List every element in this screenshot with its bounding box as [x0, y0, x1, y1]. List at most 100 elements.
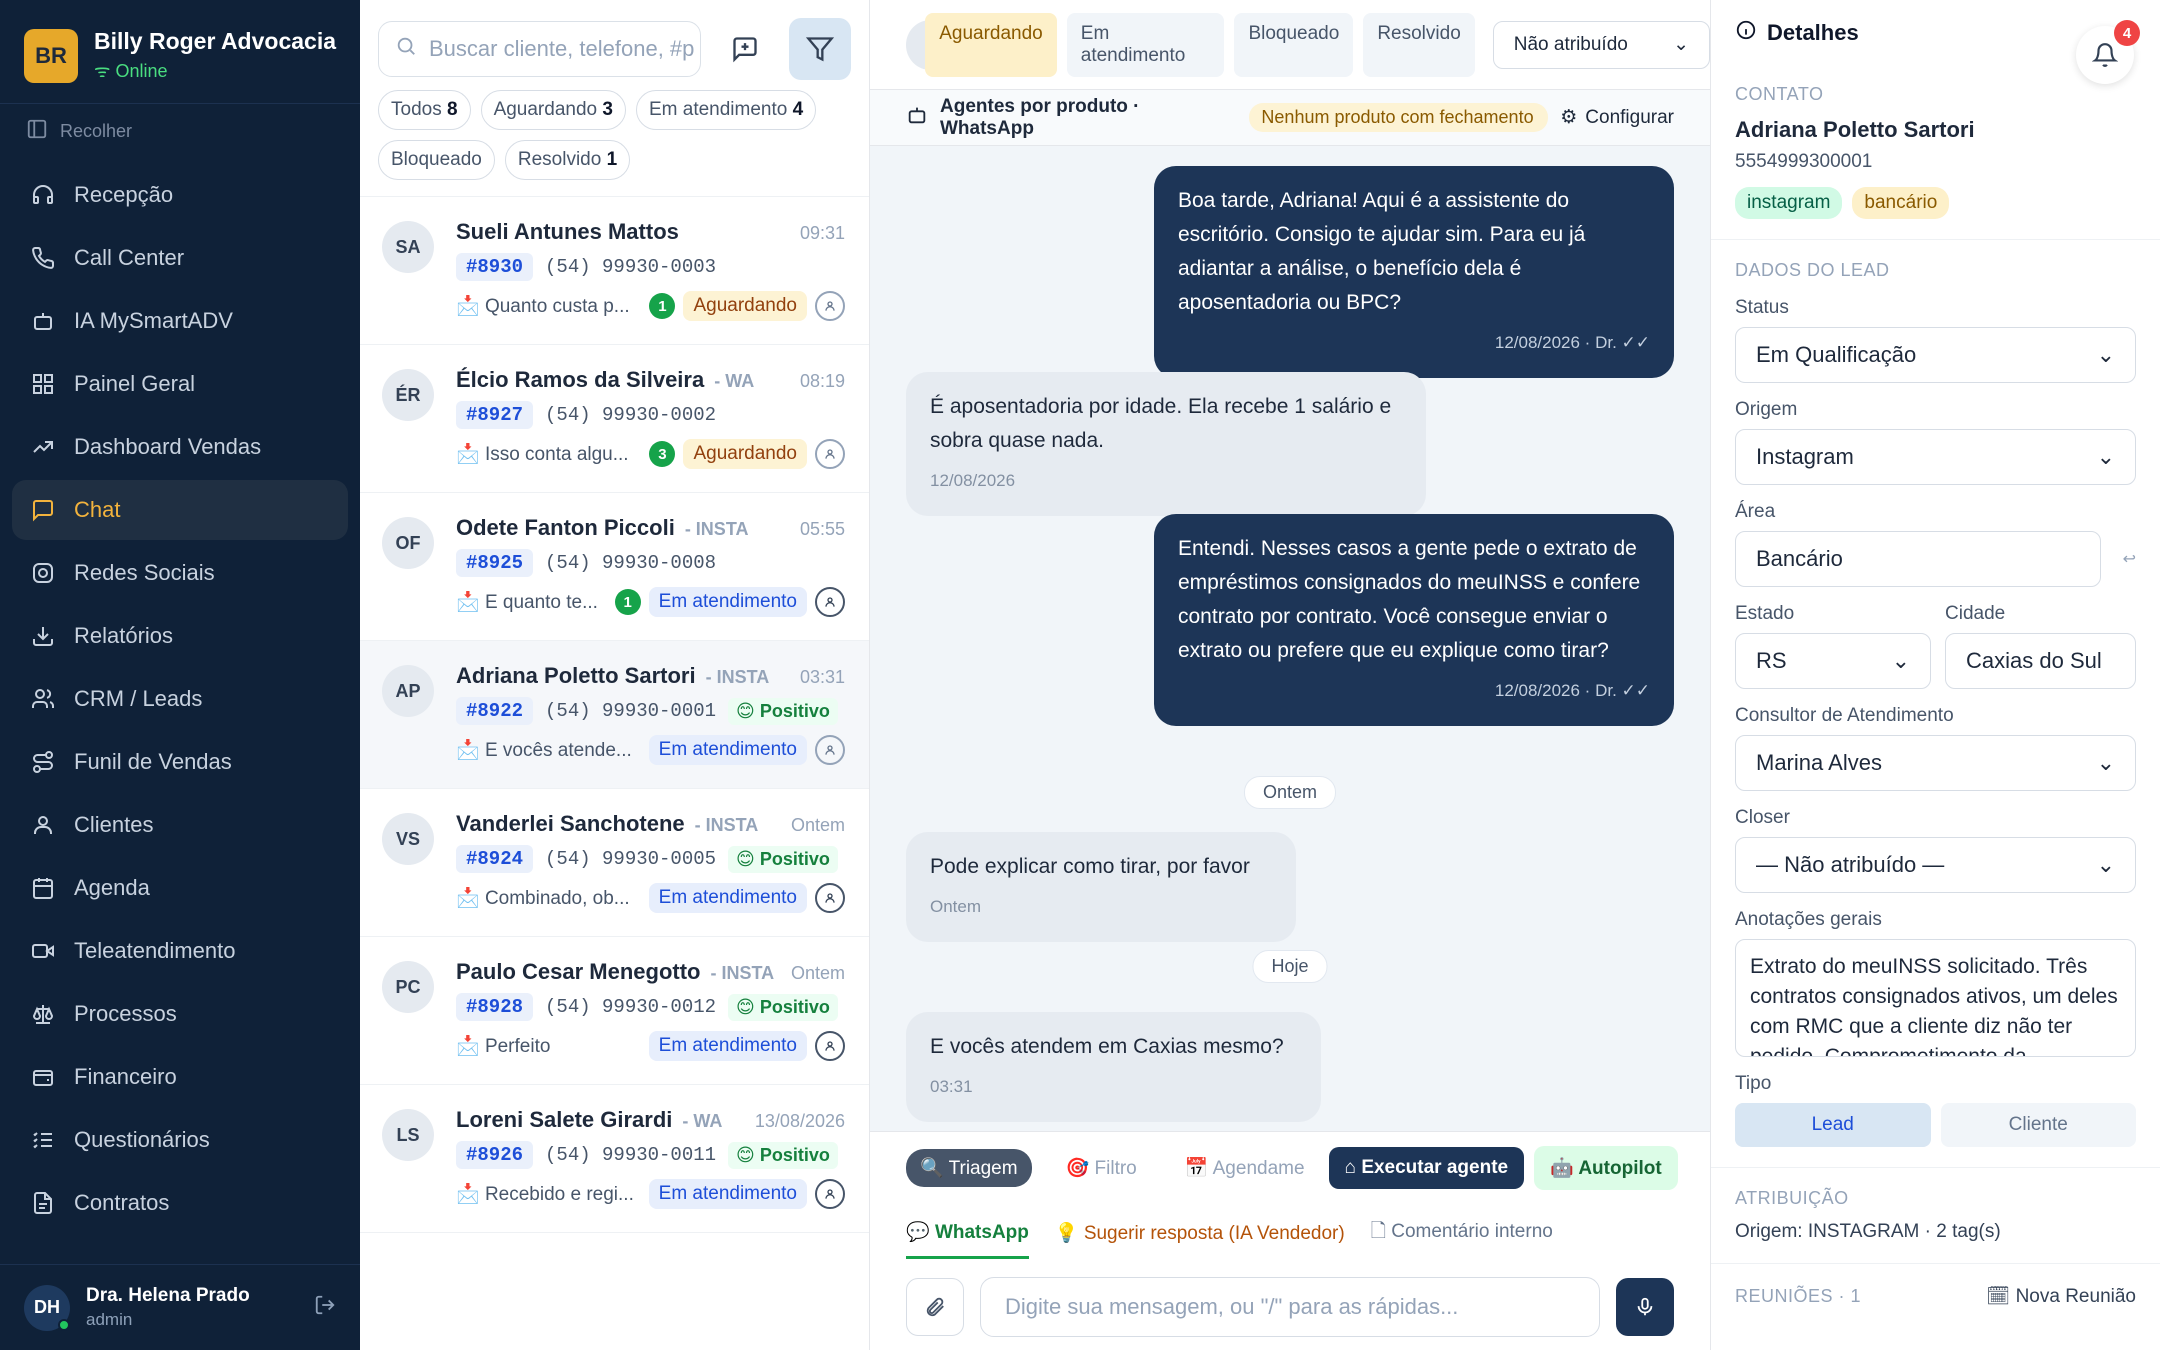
- sidebar-item-relat-rios[interactable]: Relatórios: [12, 606, 348, 666]
- type-toggle: Lead Cliente: [1735, 1103, 2136, 1147]
- sidebar-item-label: Teleatendimento: [74, 938, 236, 963]
- origin-select[interactable]: Instagram ⌄: [1735, 429, 2136, 485]
- assign-agent-icon[interactable]: [815, 735, 845, 765]
- conversation-phone: (54) 99930-0002: [545, 404, 717, 426]
- sidebar-item-agenda[interactable]: Agenda: [12, 858, 348, 918]
- wallet-icon: [30, 1064, 56, 1090]
- filter-chip-todos[interactable]: Todos 8: [378, 90, 471, 130]
- city-input[interactable]: Caxias do Sul: [1945, 633, 2136, 689]
- undo-icon[interactable]: ↩: [2123, 549, 2136, 569]
- consultant-select[interactable]: Marina Alves ⌄: [1735, 735, 2136, 791]
- agents-bar: Agentes por produto · WhatsApp Nenhum pr…: [870, 90, 1710, 146]
- attach-button[interactable]: [906, 1277, 964, 1336]
- user-profile[interactable]: DH Dra. Helena Prado admin: [0, 1264, 360, 1350]
- filter-chip-aguardando[interactable]: Aguardando 3: [480, 90, 626, 130]
- conversation-time: 05:55: [799, 519, 845, 539]
- tag-instagram: instagram: [1735, 187, 1843, 219]
- logout-icon[interactable]: [314, 1294, 336, 1321]
- message-meta: 12/08/2026 · Dr. ✓✓: [1494, 333, 1650, 352]
- brand-logo: BR: [24, 28, 78, 83]
- sidebar-item-crm-leads[interactable]: CRM / Leads: [12, 669, 348, 729]
- sidebar-item-painel-geral[interactable]: Painel Geral: [12, 354, 348, 414]
- conversation-phone: (54) 99930-0011: [545, 1144, 717, 1166]
- assign-agent-icon[interactable]: [815, 883, 845, 913]
- flow-step-filtro[interactable]: 🎯 Filtro: [1052, 1149, 1151, 1187]
- filter-chip-em-atendimento[interactable]: Em atendimento 4: [635, 90, 817, 130]
- sidebar-item-financeiro[interactable]: Financeiro: [12, 1047, 348, 1107]
- sidebar-item-label: Funil de Vendas: [74, 749, 232, 774]
- type-lead-button[interactable]: Lead: [1735, 1103, 1931, 1147]
- assign-agent-icon[interactable]: [815, 291, 845, 321]
- filter-chip-resolvido[interactable]: Resolvido 1: [504, 140, 631, 180]
- conversation-item[interactable]: AP Adriana Poletto Sartori - INSTA 03:31…: [360, 641, 869, 789]
- conversation-source: - WA: [714, 371, 755, 391]
- scale-icon: [30, 1001, 56, 1027]
- type-client-button[interactable]: Cliente: [1940, 1103, 2136, 1147]
- assign-agent-icon[interactable]: [815, 1179, 845, 1209]
- new-conversation-button[interactable]: [719, 21, 771, 77]
- incoming-message: É aposentadoria por idade. Ela recebe 1 …: [906, 372, 1426, 516]
- sidebar-item-recep-o[interactable]: Recepção: [12, 165, 348, 225]
- assign-select[interactable]: Não atribuído ⌄: [1492, 20, 1710, 69]
- filter-button[interactable]: [789, 18, 851, 80]
- tab-internal-comment[interactable]: 🗋 Comentário interno: [1371, 1205, 1553, 1261]
- conversation-item[interactable]: LS Loreni Salete Girardi - WA 13/08/2026…: [360, 1085, 869, 1233]
- filter-chip-bloqueado[interactable]: Bloqueado: [378, 140, 495, 180]
- closer-select[interactable]: — Não atribuído — ⌄: [1735, 837, 2136, 893]
- flow-step-triagem[interactable]: 🔍 Triagem: [906, 1148, 1032, 1187]
- contact-name: Adriana Poletto Sartori: [1735, 117, 1975, 142]
- notifications-button[interactable]: 4: [2076, 20, 2140, 84]
- tab-status-em-atendimento[interactable]: Em atendimento: [1066, 12, 1225, 77]
- incoming-message: E vocês atendem em Caxias mesmo? 03:31: [906, 1012, 1321, 1122]
- tab-status-bloqueado[interactable]: Bloqueado: [1234, 12, 1354, 77]
- conversation-item[interactable]: OF Odete Fanton Piccoli - INSTA 05:55 #8…: [360, 493, 869, 641]
- new-meeting-button[interactable]: 🗓 Nova Reunião: [1986, 1284, 2136, 1308]
- sidebar-item-label: Chat: [74, 497, 121, 522]
- conversation-item[interactable]: VS Vanderlei Sanchotene - INSTA Ontem #8…: [360, 789, 869, 937]
- tab-whatsapp[interactable]: 💬 WhatsApp: [906, 1208, 1029, 1259]
- assign-agent-icon[interactable]: [815, 439, 845, 469]
- area-input[interactable]: Bancário: [1735, 531, 2101, 587]
- notes-textarea[interactable]: Extrato do meuINSS solicitado. Três cont…: [1735, 939, 2136, 1057]
- configure-button[interactable]: ⚙ Configurar: [1560, 106, 1674, 129]
- sidebar-item-call-center[interactable]: Call Center: [12, 228, 348, 288]
- sidebar-item-ia-mysmartadv[interactable]: IA MySmartADV: [12, 291, 348, 351]
- sidebar-item-contratos[interactable]: Contratos: [12, 1173, 348, 1233]
- tab-status-aguardando[interactable]: Aguardando: [925, 12, 1057, 77]
- status-select[interactable]: Em Qualificação ⌄: [1735, 327, 2136, 383]
- tab-status-resolvido[interactable]: Resolvido: [1363, 12, 1475, 77]
- conversation-item[interactable]: ÉR Élcio Ramos da Silveira - WA 08:19 #8…: [360, 345, 869, 493]
- mic-button[interactable]: [1616, 1277, 1674, 1336]
- sidebar-item-redes-sociais[interactable]: Redes Sociais: [12, 543, 348, 603]
- conversation-phone: (54) 99930-0001: [545, 700, 717, 722]
- sidebar-item-processos[interactable]: Processos: [12, 984, 348, 1044]
- collapse-sidebar-button[interactable]: Recolher: [0, 103, 360, 159]
- download-icon: [30, 623, 56, 649]
- sidebar-item-dashboard-vendas[interactable]: Dashboard Vendas: [12, 417, 348, 477]
- assign-agent-icon[interactable]: [815, 1031, 845, 1061]
- conversation-item[interactable]: SA Sueli Antunes Mattos 09:31 #8930 (54)…: [360, 197, 869, 345]
- search-input[interactable]: Buscar cliente, telefone, #p: [378, 21, 701, 77]
- sidebar-item-chat[interactable]: Chat: [12, 480, 348, 540]
- sidebar-item-teleatendimento[interactable]: Teleatendimento: [12, 921, 348, 981]
- tab-suggest-reply[interactable]: 💡 Sugerir resposta (IA Vendedor): [1055, 1209, 1345, 1257]
- sentiment-badge: 😊 Positivo: [728, 1141, 838, 1169]
- assign-agent-icon[interactable]: [815, 587, 845, 617]
- sidebar-item-funil-de-vendas[interactable]: Funil de Vendas: [12, 732, 348, 792]
- sentiment-badge: 😊 Positivo: [728, 845, 838, 873]
- message-input[interactable]: Digite sua mensagem, ou "/" para as rápi…: [980, 1276, 1600, 1337]
- sidebar-item-label: Clientes: [74, 812, 154, 837]
- sidebar-item-clientes[interactable]: Clientes: [12, 795, 348, 855]
- state-select[interactable]: RS ⌄: [1735, 633, 1931, 689]
- avatar: AP: [382, 665, 434, 717]
- message-thread[interactable]: Boa tarde, Adriana! Aqui é a assistente …: [870, 146, 1710, 1131]
- sidebar-item-label: Redes Sociais: [74, 560, 215, 585]
- ticket-number: #8925: [456, 549, 534, 577]
- autopilot-button[interactable]: 🤖 Autopilot: [1534, 1145, 1678, 1190]
- online-status: ᯤ Online: [94, 61, 168, 81]
- flow-step-agendamento[interactable]: 📅 Agendame: [1171, 1149, 1319, 1187]
- attribution-section: ATRIBUIÇÃO Origem: INSTAGRAM · 2 tag(s): [1711, 1188, 2160, 1243]
- conversation-item[interactable]: PC Paulo Cesar Menegotto - INSTA Ontem #…: [360, 937, 869, 1085]
- run-agent-button[interactable]: ⌂ Executar agente: [1328, 1146, 1525, 1189]
- sidebar-item-question-rios[interactable]: Questionários: [12, 1110, 348, 1170]
